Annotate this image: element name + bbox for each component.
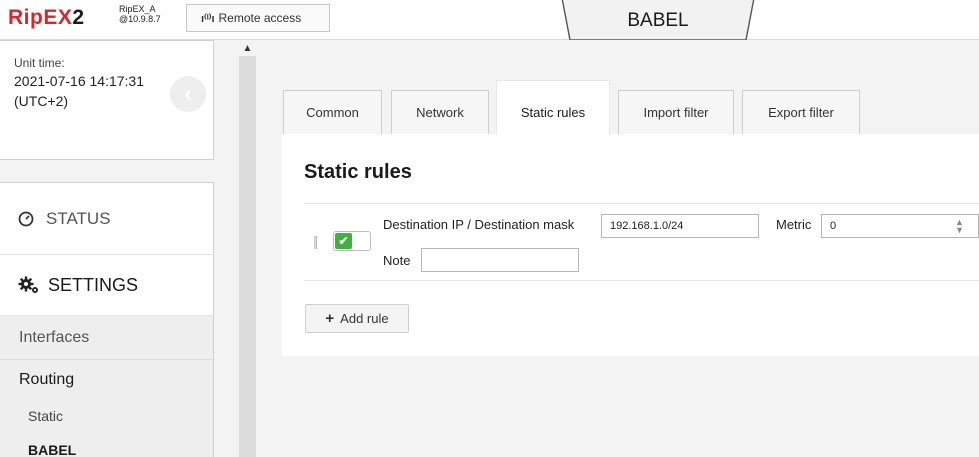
scroll-up-icon[interactable]: ▲ xyxy=(239,40,256,56)
sidebar-item-label: Interfaces xyxy=(19,328,90,346)
sidebar-item-static[interactable]: Static xyxy=(0,399,213,433)
gauge-icon xyxy=(18,211,34,226)
sidebar-item-status[interactable]: STATUS xyxy=(0,183,213,255)
destination-input[interactable]: 192.168.1.0/24 xyxy=(601,214,759,238)
rule-enabled-toggle[interactable]: ✔ xyxy=(333,231,371,251)
remote-access-label: Remote access xyxy=(218,11,302,25)
sidebar-item-label: Static xyxy=(28,408,64,424)
antenna-icon: ı⁽ᴵ⁾ı xyxy=(201,12,215,25)
remote-access-button[interactable]: ı⁽ᴵ⁾ı Remote access xyxy=(186,4,330,32)
panel-title: Static rules xyxy=(304,161,412,183)
tab-static-rules[interactable]: Static rules xyxy=(496,80,610,136)
page-title-tab: BABEL xyxy=(560,0,756,42)
sidebar-item-interfaces[interactable]: Interfaces xyxy=(0,315,213,359)
note-label: Note xyxy=(383,253,411,268)
gears-icon xyxy=(18,276,38,293)
page-title: BABEL xyxy=(627,10,689,31)
tab-label: Export filter xyxy=(768,105,834,120)
unit-time-label: Unit time: xyxy=(14,56,65,70)
tab-export-filter[interactable]: Export filter xyxy=(742,90,860,134)
top-bar: RipEX2 RipEX_A @10.9.8.7 ı⁽ᴵ⁾ı Remote ac… xyxy=(0,0,979,42)
tab-import-filter[interactable]: Import filter xyxy=(618,90,734,134)
sidebar-item-routing[interactable]: Routing xyxy=(0,359,213,399)
tab-label: Network xyxy=(416,105,464,120)
sidebar-item-babel[interactable]: BABEL xyxy=(0,433,213,457)
add-rule-label: Add rule xyxy=(340,311,389,326)
unit-identity: RipEX_A @10.9.8.7 xyxy=(119,4,161,24)
sidebar-scrollbar[interactable] xyxy=(239,40,256,457)
collapse-sidebar-icon[interactable]: ‹ xyxy=(170,76,206,112)
plus-icon: + xyxy=(325,310,335,327)
tab-label: Import filter xyxy=(643,105,709,120)
drag-handle-icon[interactable]: || xyxy=(313,233,318,249)
sidebar-item-label: Routing xyxy=(19,370,75,388)
tab-common[interactable]: Common xyxy=(283,90,382,134)
add-rule-button[interactable]: + Add rule xyxy=(305,304,409,333)
sidebar-item-label: BABEL xyxy=(28,442,77,457)
note-input[interactable] xyxy=(421,248,579,272)
ripex-logo[interactable]: RipEX2 xyxy=(8,6,85,30)
sidebar-item-label: SETTINGS xyxy=(48,274,139,295)
sidebar-menu: STATUS SETTINGS Interfaces Routing Stati… xyxy=(0,182,214,457)
metric-stepper-icon[interactable]: ▲ ▼ xyxy=(955,218,964,235)
sidebar-item-settings[interactable]: SETTINGS xyxy=(0,255,213,315)
check-icon: ✔ xyxy=(335,233,352,249)
tab-label: Static rules xyxy=(520,105,586,120)
unit-ip: @10.9.8.7 xyxy=(119,14,161,24)
metric-label: Metric xyxy=(776,217,812,232)
tab-network[interactable]: Network xyxy=(391,90,489,134)
unit-name: RipEX_A xyxy=(119,4,156,14)
sidebar-item-label: STATUS xyxy=(46,208,111,228)
destination-label: Destination IP / Destination mask xyxy=(383,217,575,232)
tab-label: Common xyxy=(306,105,359,120)
